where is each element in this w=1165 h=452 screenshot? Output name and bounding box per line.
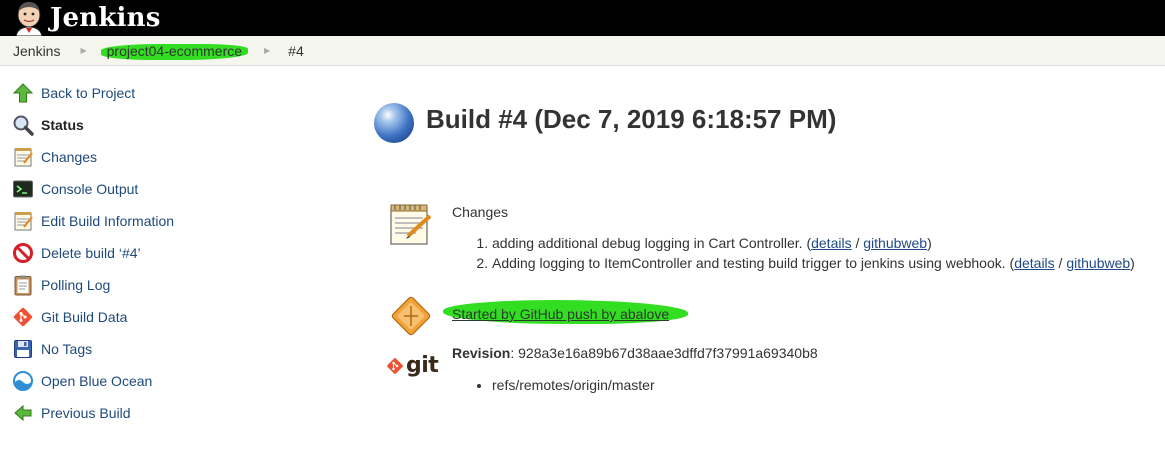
- sidebar-item-edit-build-information[interactable]: Edit Build Information: [11, 205, 174, 237]
- githubweb-link[interactable]: githubweb: [1066, 255, 1130, 271]
- sidebar-item-label: Previous Build: [41, 405, 131, 421]
- sidebar-item-polling-log[interactable]: Polling Log: [11, 269, 110, 301]
- sidebar-item-label: No Tags: [41, 341, 93, 357]
- build-status-ball-icon: [374, 103, 414, 143]
- notepad-edit-icon: [11, 209, 35, 233]
- top-header: Jenkins: [0, 0, 1165, 37]
- revision-line: Revision: 928a3e16a89b67d38aae3dffd7f379…: [452, 345, 818, 361]
- page-title: Build #4 (Dec 7, 2019 6:18:57 PM): [426, 104, 837, 134]
- changes-list: adding additional debug logging in Cart …: [452, 233, 1165, 273]
- sidebar-item-label: Changes: [41, 149, 98, 165]
- sidebar-item-label: Delete build ‘#4’: [41, 245, 141, 261]
- clipboard-icon: [11, 273, 35, 297]
- sidebar-item-label: Open Blue Ocean: [41, 373, 153, 389]
- refs-list: refs/remotes/origin/master: [452, 377, 655, 393]
- sidebar-item-previous-build[interactable]: Previous Build: [11, 397, 131, 429]
- sidebar-item-open-blue-ocean[interactable]: Open Blue Ocean: [11, 365, 152, 397]
- link-separator: /: [1054, 255, 1067, 271]
- sidebar-item-label: Status: [41, 117, 84, 133]
- revision-label: Revision: [452, 345, 511, 361]
- change-message: Adding logging to ItemController and tes…: [492, 255, 1015, 271]
- sidebar-item-console-output[interactable]: Console Output: [11, 173, 138, 205]
- list-item: adding additional debug logging in Cart …: [492, 233, 1165, 253]
- logo-text: Jenkins: [50, 3, 161, 33]
- details-link[interactable]: details: [811, 235, 851, 251]
- jenkins-butler-icon: [12, 0, 46, 37]
- breadcrumb: Jenkins ▶ project04-ecommerce ▶ #4: [0, 36, 1165, 66]
- details-link[interactable]: details: [1014, 255, 1054, 271]
- sidebar-item-label: Git Build Data: [41, 309, 128, 325]
- sidebar-item-label: Polling Log: [41, 277, 111, 293]
- changes-heading: Changes: [452, 204, 509, 220]
- close-paren: ): [927, 235, 932, 251]
- git-diamond-icon: [11, 305, 35, 329]
- sidebar-item-git-build-data[interactable]: Git Build Data: [11, 301, 127, 333]
- sidebar-item-status[interactable]: Status: [11, 109, 84, 141]
- sidebar-item-no-tags[interactable]: No Tags: [11, 333, 92, 365]
- sidebar-item-delete-build[interactable]: Delete build ‘#4’: [11, 237, 141, 269]
- left-arrow-icon: [11, 401, 35, 425]
- git-logo-text: git: [406, 353, 439, 378]
- jenkins-logo[interactable]: Jenkins: [12, 0, 161, 37]
- terminal-icon: [11, 177, 35, 201]
- breadcrumb-item-jenkins[interactable]: Jenkins: [13, 43, 60, 59]
- magnifier-icon: [11, 113, 35, 137]
- githubweb-link[interactable]: githubweb: [863, 235, 927, 251]
- sidebar-item-label: Edit Build Information: [41, 213, 175, 229]
- git-logo: git: [386, 353, 439, 378]
- sidebar-item-changes[interactable]: Changes: [11, 141, 97, 173]
- list-item: Adding logging to ItemController and tes…: [492, 253, 1165, 273]
- close-paren: ): [1130, 255, 1135, 271]
- breadcrumb-item-build[interactable]: #4: [288, 43, 304, 59]
- sidebar-item-back-to-project[interactable]: Back to Project: [11, 77, 135, 109]
- revision-value: : 928a3e16a89b67d38aae3dffd7f37991a69340…: [510, 345, 818, 361]
- list-item: refs/remotes/origin/master: [492, 377, 655, 393]
- breadcrumb-item-project[interactable]: project04-ecommerce: [100, 42, 249, 60]
- sidebar-item-label: Back to Project: [41, 85, 136, 101]
- up-arrow-icon: [11, 81, 35, 105]
- sidebar-item-label: Console Output: [41, 181, 139, 197]
- blue-ocean-icon: [11, 369, 35, 393]
- git-diamond-icon: [387, 357, 403, 374]
- link-separator: /: [851, 235, 864, 251]
- notepad-large-icon: [388, 202, 434, 251]
- change-message: adding additional debug logging in Cart …: [492, 235, 812, 251]
- no-entry-icon: [11, 241, 35, 265]
- breadcrumb-separator-icon: ▶: [264, 46, 271, 55]
- save-icon: [11, 337, 35, 361]
- github-trigger-icon: [390, 295, 432, 340]
- breadcrumb-separator-icon: ▶: [80, 46, 87, 55]
- notepad-icon: [11, 145, 35, 169]
- started-by-link[interactable]: Started by GitHub push by abalove: [452, 306, 669, 322]
- breadcrumb-project-label: project04-ecommerce: [106, 42, 243, 59]
